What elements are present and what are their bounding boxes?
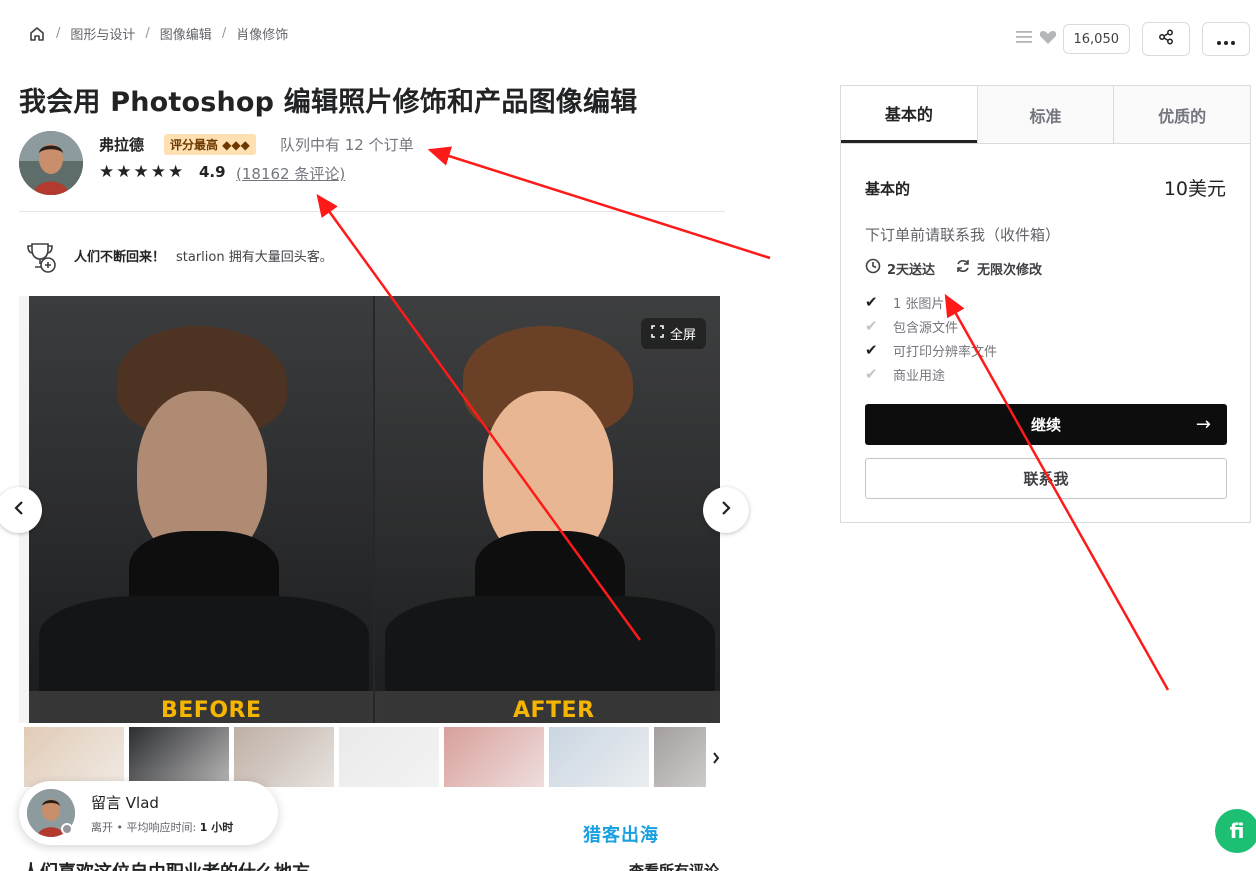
package-feature-label: 商业用途: [893, 368, 946, 384]
home-icon[interactable]: [28, 25, 46, 43]
contact-me-button[interactable]: 联系我: [865, 458, 1227, 499]
gallery-thumbnail[interactable]: [24, 727, 124, 787]
package-feature-label: 包含源文件: [893, 320, 959, 336]
fiverr-chat-button[interactable]: fi: [1215, 809, 1256, 853]
section-heading: 人们喜欢这位自由职业者的什么地方: [22, 858, 310, 871]
divider: [19, 211, 725, 212]
package-feature: ✔ 可打印分辨率文件: [865, 338, 997, 362]
after-label: AFTER: [513, 698, 595, 723]
breadcrumb-separator: /: [145, 26, 150, 41]
contact-me-label: 联系我: [1023, 470, 1069, 488]
package-feature: ✔ 商业用途: [865, 362, 997, 386]
repeat-buyers-heading: 人们不断回来！: [74, 250, 166, 265]
more-options-button[interactable]: [1202, 22, 1250, 56]
gallery-thumbnail[interactable]: [444, 727, 544, 787]
heart-icon[interactable]: [1039, 29, 1057, 49]
package-feature-label: 可打印分辨率文件: [893, 344, 998, 360]
gig-actions: 16,050: [1015, 22, 1250, 56]
package-tabs: 基本的 标准 优质的: [841, 86, 1251, 144]
package-meta: 2天送达 无限次修改: [865, 258, 1042, 278]
reviews-link[interactable]: (18162 条评论): [236, 163, 345, 184]
arrow-right-icon: →: [1195, 414, 1211, 435]
after-photo: AFTER: [375, 296, 720, 723]
annotation-arrow-queue: [427, 146, 771, 260]
chevron-left-icon: [14, 500, 24, 520]
bullet-separator: •: [116, 821, 127, 834]
package-features: ✔ 1 张图片 ✔ 包含源文件 ✔ 可打印分辨率文件 ✔ 商业用途: [865, 290, 997, 386]
orders-in-queue: 队列中有 12 个订单: [280, 136, 414, 154]
breadcrumb-item-graphics-design[interactable]: 图形与设计: [70, 24, 135, 43]
response-time-label: 平均响应时间:: [126, 821, 197, 834]
breadcrumb-separator: /: [56, 26, 61, 41]
likes-count: 16,050: [1062, 24, 1130, 54]
fi-logo-icon: fi: [1229, 819, 1245, 843]
refresh-icon: [955, 258, 971, 278]
thumbnails-next-button[interactable]: [706, 727, 726, 789]
gallery-next-button[interactable]: [703, 487, 749, 533]
package-card: 基本的 标准 优质的 基本的 10美元 下订单前请联系我（收件箱） 2天送达 无…: [840, 85, 1251, 523]
gallery-thumbnail[interactable]: [549, 727, 649, 787]
after-label-bar: AFTER: [375, 691, 720, 723]
list-icon[interactable]: [1015, 29, 1033, 49]
gallery-thumbnail[interactable]: [339, 727, 439, 787]
chevron-right-icon: [712, 749, 720, 768]
breadcrumb-separator: /: [221, 26, 227, 41]
expand-icon: [651, 325, 664, 342]
seller-avatar[interactable]: [19, 131, 83, 195]
tab-premium[interactable]: 优质的: [1113, 86, 1251, 143]
status-dot: [61, 823, 73, 835]
before-label: BEFORE: [161, 698, 262, 723]
before-photo: BEFORE: [29, 296, 373, 723]
fullscreen-button[interactable]: 全屏: [640, 318, 706, 349]
share-icon: [1158, 29, 1174, 49]
check-icon: ✔: [865, 317, 878, 335]
gallery-main-image[interactable]: BEFORE AFTER 全屏: [19, 296, 720, 723]
star-rating: ★★★★★: [99, 162, 185, 182]
share-button[interactable]: [1142, 22, 1190, 56]
gallery-thumbnails: [24, 727, 726, 789]
tab-basic[interactable]: 基本的: [841, 86, 977, 143]
continue-button[interactable]: 继续 →: [865, 404, 1227, 445]
see-all-reviews-link[interactable]: 查看所有评论: [629, 860, 719, 871]
check-icon: ✔: [865, 341, 878, 359]
continue-label: 继续: [1030, 416, 1061, 434]
repeat-buyers-text: starlion 拥有大量回头客。: [176, 250, 333, 265]
delivery-time: 2天送达: [887, 262, 936, 278]
rating-score: 4.9: [199, 163, 226, 181]
check-icon: ✔: [865, 293, 878, 311]
gig-title: 我会用 Photoshop 编辑照片修饰和产品图像编辑: [19, 87, 638, 118]
package-feature: ✔ 1 张图片: [865, 290, 997, 314]
more-icon: [1217, 30, 1235, 49]
chevron-right-icon: [721, 500, 731, 520]
breadcrumb-item-portrait-retouch[interactable]: 肖像修饰: [236, 24, 288, 43]
response-time-value: 1 小时: [199, 821, 234, 834]
breadcrumb-item-image-editing[interactable]: 图像编辑: [160, 24, 212, 43]
collect-group: 16,050: [1015, 24, 1130, 54]
away-status: 离开: [91, 821, 113, 834]
star-icons: ★★★★★: [99, 162, 186, 182]
package-description: 下订单前请联系我（收件箱）: [865, 226, 1061, 244]
gallery-thumbnail[interactable]: [129, 727, 229, 787]
trophy-icon: [24, 240, 58, 274]
gallery-thumbnail[interactable]: [234, 727, 334, 787]
contact-status-line: 离开 • 平均响应时间: 1 小时: [91, 819, 233, 835]
watermark: 猎客出海: [583, 825, 659, 846]
clock-icon: [865, 258, 881, 278]
seller-name[interactable]: 弗拉德: [99, 134, 144, 155]
contact-title: 留言 Vlad: [91, 794, 159, 812]
package-feature: ✔ 包含源文件: [865, 314, 997, 338]
contact-seller-popup[interactable]: 留言 Vlad 离开 • 平均响应时间: 1 小时: [19, 781, 278, 845]
top-rated-badge: 评分最高 ◆◆◆: [164, 134, 256, 155]
check-icon: ✔: [865, 365, 878, 383]
tab-standard[interactable]: 标准: [976, 86, 1114, 143]
breadcrumb: / 图形与设计 / 图像编辑 / 肖像修饰: [28, 24, 288, 43]
fullscreen-label: 全屏: [669, 328, 696, 343]
before-label-bar: BEFORE: [29, 691, 373, 723]
package-name: 基本的: [865, 180, 911, 198]
package-price: 10美元: [1163, 178, 1226, 200]
revisions: 无限次修改: [977, 262, 1043, 278]
package-feature-label: 1 张图片: [893, 296, 945, 312]
